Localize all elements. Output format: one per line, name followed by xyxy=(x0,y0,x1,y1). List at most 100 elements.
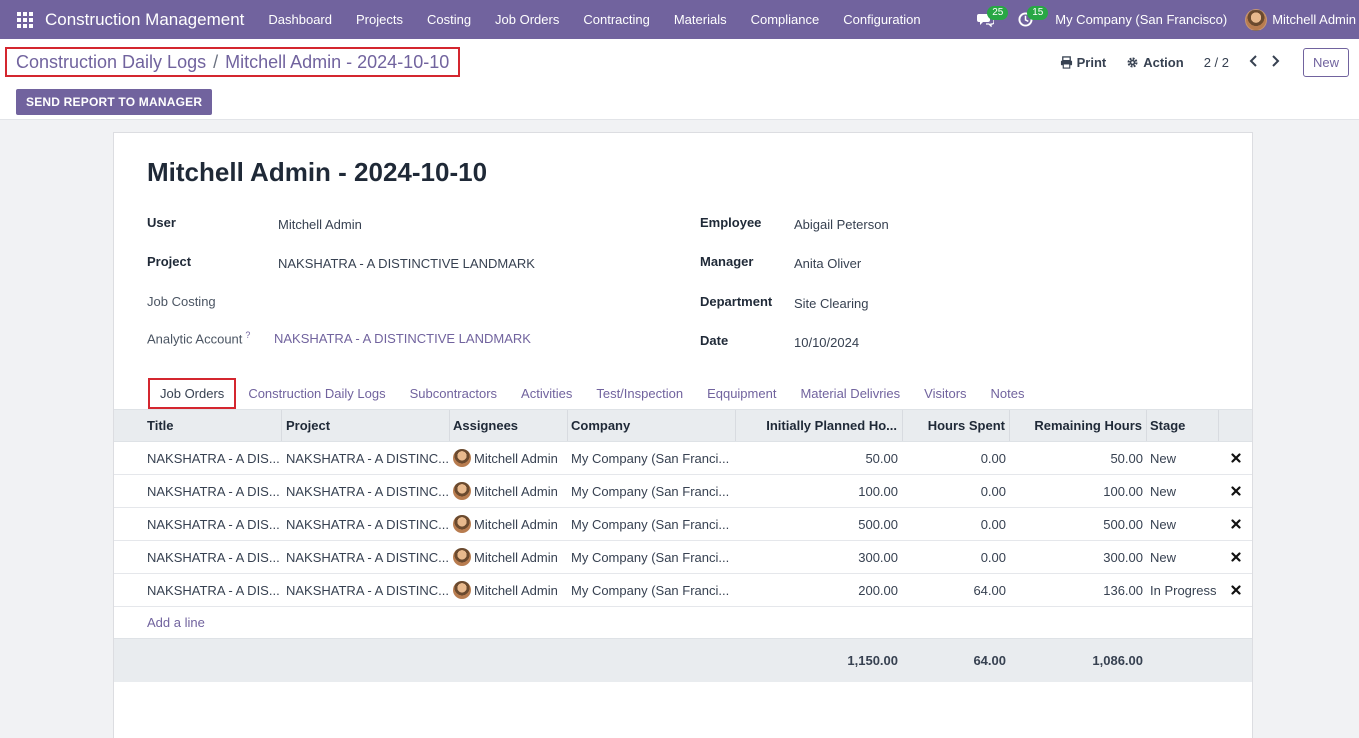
cell-title[interactable]: NAKSHATRA - A DIS... xyxy=(114,475,282,507)
app-title[interactable]: Construction Management xyxy=(45,10,244,30)
tab-construction-daily-logs[interactable]: Construction Daily Logs xyxy=(236,378,397,409)
analytic-account-field[interactable]: NAKSHATRA - A DISTINCTIVE LANDMARK xyxy=(274,331,531,346)
tab-material-deliveries[interactable]: Material Delivries xyxy=(788,378,912,409)
delete-row-button[interactable] xyxy=(1219,541,1252,573)
user-menu[interactable]: Mitchell Admin xyxy=(1245,8,1356,31)
cell-planned-hours[interactable]: 300.00 xyxy=(736,541,903,573)
cell-company[interactable]: My Company (San Franci... xyxy=(568,508,736,540)
menu-costing[interactable]: Costing xyxy=(415,0,483,39)
cell-company[interactable]: My Company (San Franci... xyxy=(568,574,736,606)
delete-row-button[interactable] xyxy=(1219,475,1252,507)
tab-subcontractors[interactable]: Subcontractors xyxy=(398,378,509,409)
cell-hours-spent[interactable]: 0.00 xyxy=(903,442,1010,474)
print-button[interactable]: Print xyxy=(1060,55,1106,70)
menu-materials[interactable]: Materials xyxy=(662,0,739,39)
menu-projects[interactable]: Projects xyxy=(344,0,415,39)
cell-company[interactable]: My Company (San Franci... xyxy=(568,442,736,474)
manager-field[interactable]: Anita Oliver xyxy=(794,256,861,271)
action-button[interactable]: Action xyxy=(1126,55,1184,70)
add-line-link[interactable]: Add a line xyxy=(147,615,205,630)
column-header-remaining-hours[interactable]: Remaining Hours xyxy=(1010,410,1147,441)
company-switcher[interactable]: My Company (San Francisco) xyxy=(1055,12,1227,27)
menu-compliance[interactable]: Compliance xyxy=(739,0,832,39)
cell-assignee[interactable]: Mitchell Admin xyxy=(450,442,568,474)
cell-project[interactable]: NAKSHATRA - A DISTINC... xyxy=(282,541,450,573)
column-header-assignees[interactable]: Assignees xyxy=(450,410,568,441)
date-field[interactable]: 10/10/2024 xyxy=(794,335,859,350)
cell-hours-spent[interactable]: 0.00 xyxy=(903,508,1010,540)
cell-remaining-hours[interactable]: 100.00 xyxy=(1010,475,1147,507)
send-report-button[interactable]: SEND REPORT TO MANAGER xyxy=(16,89,213,115)
cell-project[interactable]: NAKSHATRA - A DISTINC... xyxy=(282,475,450,507)
employee-field[interactable]: Abigail Peterson xyxy=(794,217,889,232)
cell-remaining-hours[interactable]: 300.00 xyxy=(1010,541,1147,573)
menu-contracting[interactable]: Contracting xyxy=(571,0,661,39)
help-tooltip-icon[interactable]: ? xyxy=(245,330,250,340)
delete-row-button[interactable] xyxy=(1219,574,1252,606)
column-header-stage[interactable]: Stage xyxy=(1147,410,1219,441)
breadcrumb-parent-link[interactable]: Construction Daily Logs xyxy=(16,52,206,73)
tab-test-inspection[interactable]: Test/Inspection xyxy=(584,378,695,409)
project-field[interactable]: NAKSHATRA - A DISTINCTIVE LANDMARK xyxy=(278,256,535,271)
cell-stage[interactable]: New xyxy=(1147,475,1219,507)
tab-activities[interactable]: Activities xyxy=(509,378,584,409)
apps-menu-icon[interactable] xyxy=(17,11,33,28)
activities-button[interactable]: 15 xyxy=(1011,0,1049,39)
cell-stage[interactable]: In Progress xyxy=(1147,574,1219,606)
cell-planned-hours[interactable]: 50.00 xyxy=(736,442,903,474)
cell-assignee[interactable]: Mitchell Admin xyxy=(450,574,568,606)
menu-dashboard[interactable]: Dashboard xyxy=(256,0,344,39)
tab-job-orders[interactable]: Job Orders xyxy=(148,378,237,409)
cell-remaining-hours[interactable]: 136.00 xyxy=(1010,574,1147,606)
cell-title[interactable]: NAKSHATRA - A DIS... xyxy=(114,541,282,573)
department-field[interactable]: Site Clearing xyxy=(794,296,868,311)
cell-assignee[interactable]: Mitchell Admin xyxy=(450,541,568,573)
cell-hours-spent[interactable]: 64.00 xyxy=(903,574,1010,606)
cell-stage[interactable]: New xyxy=(1147,508,1219,540)
tab-equipment[interactable]: Eqquipment xyxy=(695,378,788,409)
tab-visitors[interactable]: Visitors xyxy=(912,378,978,409)
new-button[interactable]: New xyxy=(1302,47,1349,77)
column-header-title[interactable]: Title xyxy=(114,410,282,441)
cell-remaining-hours[interactable]: 50.00 xyxy=(1010,442,1147,474)
cell-assignee[interactable]: Mitchell Admin xyxy=(450,508,568,540)
pager-next-icon[interactable] xyxy=(1269,54,1283,70)
cell-company[interactable]: My Company (San Franci... xyxy=(568,475,736,507)
cell-hours-spent[interactable]: 0.00 xyxy=(903,475,1010,507)
delete-row-button[interactable] xyxy=(1219,508,1252,540)
cell-title[interactable]: NAKSHATRA - A DIS... xyxy=(114,442,282,474)
table-row[interactable]: NAKSHATRA - A DIS... NAKSHATRA - A DISTIN… xyxy=(114,574,1252,607)
cell-planned-hours[interactable]: 500.00 xyxy=(736,508,903,540)
cell-project[interactable]: NAKSHATRA - A DISTINC... xyxy=(282,442,450,474)
cell-project[interactable]: NAKSHATRA - A DISTINC... xyxy=(282,508,450,540)
user-field[interactable]: Mitchell Admin xyxy=(278,217,362,232)
cell-remaining-hours[interactable]: 500.00 xyxy=(1010,508,1147,540)
cell-title[interactable]: NAKSHATRA - A DIS... xyxy=(114,574,282,606)
menu-job-orders[interactable]: Job Orders xyxy=(483,0,571,39)
cell-planned-hours[interactable]: 200.00 xyxy=(736,574,903,606)
table-body: NAKSHATRA - A DIS... NAKSHATRA - A DISTIN… xyxy=(114,442,1252,607)
pager-value[interactable]: 2 / 2 xyxy=(1204,55,1229,70)
column-header-company[interactable]: Company xyxy=(568,410,736,441)
cell-company[interactable]: My Company (San Franci... xyxy=(568,541,736,573)
messages-button[interactable]: 25 xyxy=(971,0,1009,39)
menu-configuration[interactable]: Configuration xyxy=(831,0,932,39)
cell-title[interactable]: NAKSHATRA - A DIS... xyxy=(114,508,282,540)
cell-assignee[interactable]: Mitchell Admin xyxy=(450,475,568,507)
table-row[interactable]: NAKSHATRA - A DIS... NAKSHATRA - A DISTIN… xyxy=(114,475,1252,508)
table-row[interactable]: NAKSHATRA - A DIS... NAKSHATRA - A DISTIN… xyxy=(114,508,1252,541)
delete-row-button[interactable] xyxy=(1219,442,1252,474)
cell-project[interactable]: NAKSHATRA - A DISTINC... xyxy=(282,574,450,606)
cell-stage[interactable]: New xyxy=(1147,442,1219,474)
pager: 2 / 2 xyxy=(1204,55,1283,70)
cell-planned-hours[interactable]: 100.00 xyxy=(736,475,903,507)
tab-notes[interactable]: Notes xyxy=(979,378,1037,409)
column-header-hours-spent[interactable]: Hours Spent xyxy=(903,410,1010,441)
cell-stage[interactable]: New xyxy=(1147,541,1219,573)
column-header-planned-hours[interactable]: Initially Planned Ho... xyxy=(736,410,903,441)
pager-previous-icon[interactable] xyxy=(1247,54,1261,70)
table-row[interactable]: NAKSHATRA - A DIS... NAKSHATRA - A DISTIN… xyxy=(114,541,1252,574)
table-row[interactable]: NAKSHATRA - A DIS... NAKSHATRA - A DISTIN… xyxy=(114,442,1252,475)
column-header-project[interactable]: Project xyxy=(282,410,450,441)
cell-hours-spent[interactable]: 0.00 xyxy=(903,541,1010,573)
